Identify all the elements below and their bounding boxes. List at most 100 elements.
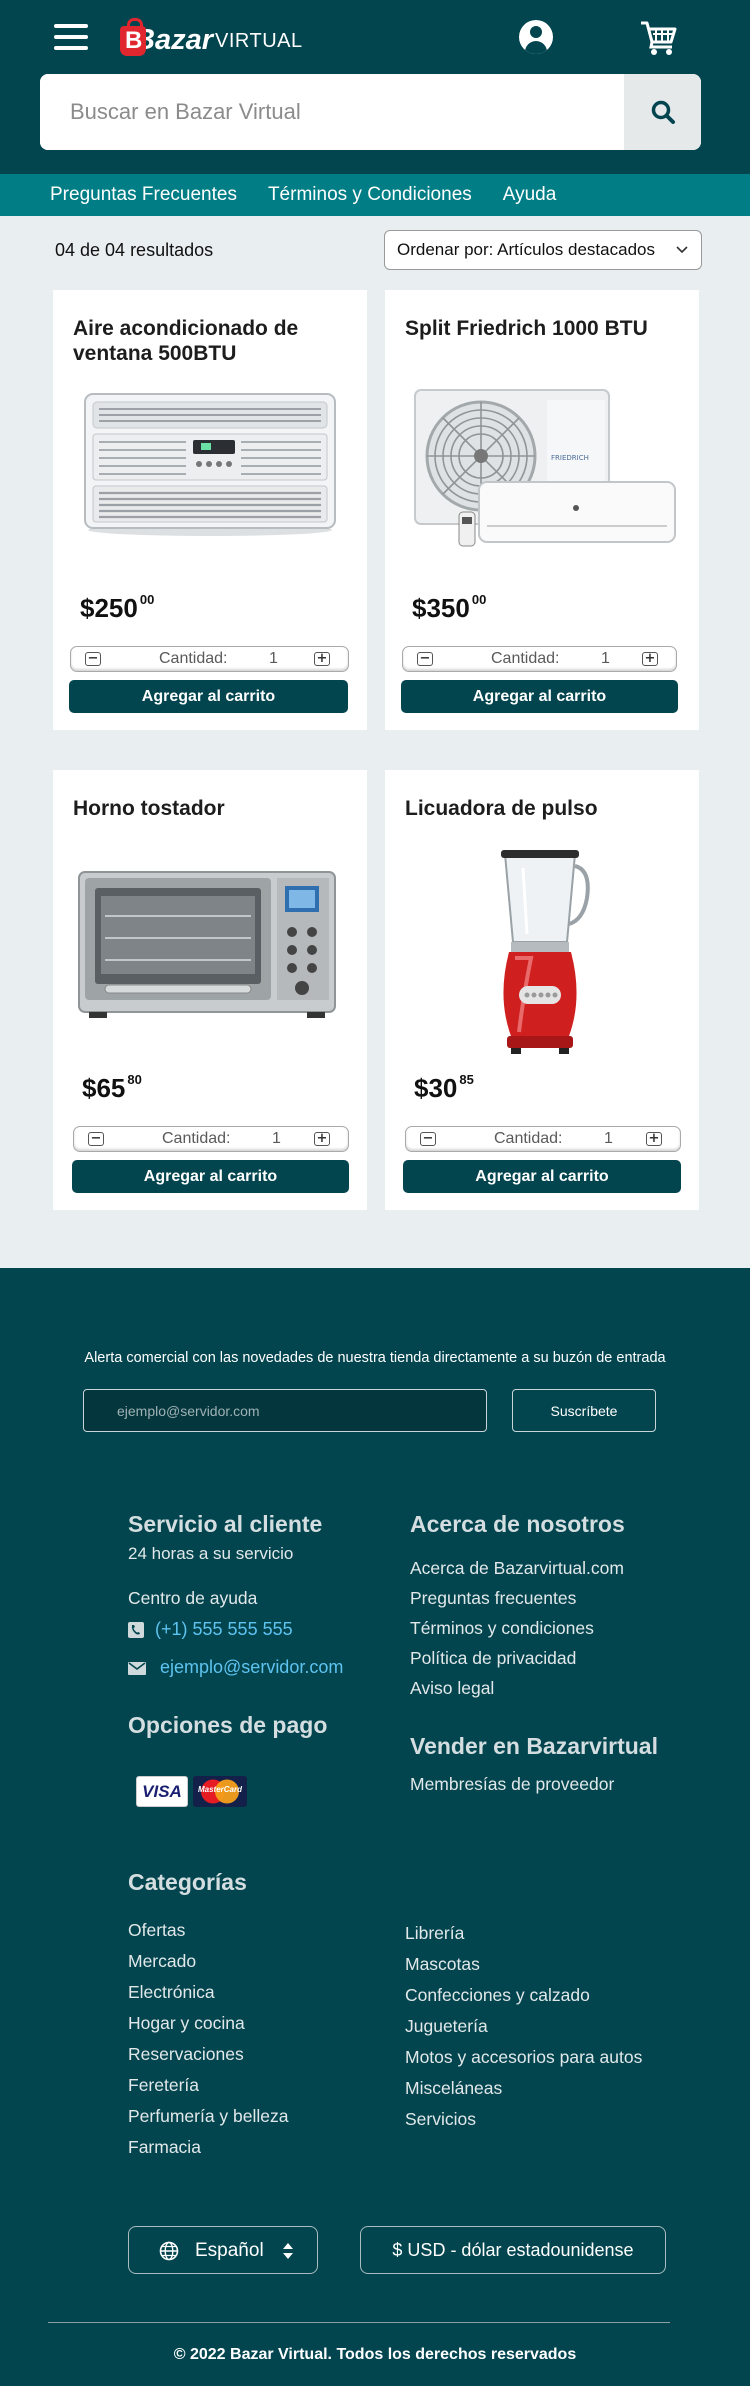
vendor-membership-link[interactable]: Membresías de proveedor bbox=[410, 1774, 614, 1795]
footer-divider bbox=[48, 2322, 670, 2323]
category-link[interactable]: Reservaciones bbox=[128, 2044, 244, 2065]
increase-qty-button[interactable]: + bbox=[314, 1132, 330, 1146]
logo-bag-icon: B bbox=[120, 18, 146, 56]
product-card: Licuadora de pulso $30 85 − Cantidad: 1 +… bbox=[385, 770, 699, 1210]
category-link[interactable]: Ofertas bbox=[128, 1920, 185, 1941]
mail-icon bbox=[128, 1662, 146, 1675]
decrease-qty-button[interactable]: − bbox=[85, 652, 101, 666]
header: B Bazar VIRTUAL bbox=[0, 0, 750, 174]
product-card: Split Friedrich 1000 BTU FRIEDRICH $350 0… bbox=[385, 290, 699, 730]
quantity-label: Cantidad: bbox=[491, 650, 560, 667]
category-link[interactable]: Confecciones y calzado bbox=[405, 1985, 590, 2006]
chevron-down-icon bbox=[676, 246, 688, 254]
currency-selector[interactable]: $ USD - dólar estadounidense bbox=[360, 2226, 666, 2274]
legal-link[interactable]: Aviso legal bbox=[410, 1678, 494, 1699]
brand-label: FRIEDRICH bbox=[551, 454, 589, 462]
updown-icon bbox=[283, 2243, 293, 2259]
decrease-qty-button[interactable]: − bbox=[88, 1132, 104, 1146]
globe-icon bbox=[159, 2241, 179, 2261]
sort-label: Ordenar por: Artículos destacados bbox=[397, 240, 655, 259]
quantity-stepper: − Cantidad: 1 + bbox=[405, 1126, 681, 1152]
nav-faq-link[interactable]: Preguntas Frecuentes bbox=[50, 184, 237, 206]
add-to-cart-button[interactable]: Agregar al carrito bbox=[401, 680, 678, 713]
quantity-value[interactable]: 1 bbox=[272, 1130, 281, 1148]
product-title: Aire acondicionado de ventana 500BTU bbox=[73, 317, 299, 365]
category-link[interactable]: Perfumería y belleza bbox=[128, 2106, 289, 2127]
categories-heading: Categorías bbox=[128, 1869, 247, 1895]
logo-sub: VIRTUAL bbox=[215, 30, 303, 52]
faq-link[interactable]: Preguntas frecuentes bbox=[410, 1588, 576, 1609]
product-title: Licuadora de pulso bbox=[405, 797, 598, 820]
product-card: Horno tostador $65 80 − Cantidad: 1 + Agr… bbox=[53, 770, 367, 1210]
quantity-value[interactable]: 1 bbox=[601, 650, 610, 668]
results-count: 04 de 04 resultados bbox=[55, 240, 214, 260]
category-link[interactable]: Mascotas bbox=[405, 1954, 480, 1975]
add-to-cart-button[interactable]: Agregar al carrito bbox=[69, 680, 348, 713]
cart-icon[interactable] bbox=[640, 20, 678, 56]
sell-heading: Vender en Bazarvirtual bbox=[410, 1733, 658, 1759]
service-hours: 24 horas a su servicio bbox=[128, 1544, 294, 1563]
quantity-label: Cantidad: bbox=[494, 1130, 563, 1147]
increase-qty-button[interactable]: + bbox=[642, 652, 658, 666]
phone-icon bbox=[128, 1622, 144, 1638]
product-image[interactable] bbox=[483, 848, 593, 1058]
email-link[interactable]: ejemplo@servidor.com bbox=[160, 1657, 343, 1678]
product-image[interactable] bbox=[81, 390, 339, 536]
newsletter-text: Alerta comercial con las novedades de nu… bbox=[84, 1350, 666, 1366]
quantity-stepper: − Cantidad: 1 + bbox=[70, 646, 349, 672]
menu-icon[interactable] bbox=[54, 24, 88, 50]
product-price: $350 00 bbox=[412, 592, 487, 623]
category-link[interactable]: Feretería bbox=[128, 2075, 199, 2096]
nav-help-link[interactable]: Ayuda bbox=[503, 184, 557, 206]
phone-link[interactable]: (+1) 555 555 555 bbox=[155, 1619, 293, 1640]
search-input[interactable] bbox=[40, 74, 624, 150]
terms-link[interactable]: Términos y condiciones bbox=[410, 1618, 594, 1639]
sort-select[interactable]: Ordenar por: Artículos destacados bbox=[384, 230, 702, 270]
footer: Alerta comercial con las novedades de nu… bbox=[0, 1268, 750, 2386]
about-heading: Acerca de nosotros bbox=[410, 1511, 625, 1537]
quantity-label: Cantidad: bbox=[159, 650, 228, 667]
increase-qty-button[interactable]: + bbox=[314, 652, 330, 666]
user-icon[interactable] bbox=[519, 20, 553, 54]
search-button[interactable] bbox=[624, 74, 701, 150]
product-price: $250 00 bbox=[80, 592, 155, 623]
secondary-nav: Preguntas Frecuentes Términos y Condicio… bbox=[0, 174, 750, 216]
category-link[interactable]: Servicios bbox=[405, 2109, 476, 2130]
category-link[interactable]: Farmacia bbox=[128, 2137, 201, 2158]
product-image[interactable]: FRIEDRICH bbox=[411, 386, 681, 550]
product-price: $30 85 bbox=[414, 1072, 474, 1103]
product-title: Horno tostador bbox=[73, 797, 225, 820]
quantity-value[interactable]: 1 bbox=[604, 1130, 613, 1148]
mastercard-logo: MasterCard bbox=[193, 1776, 247, 1807]
product-image[interactable] bbox=[75, 868, 339, 1022]
category-link[interactable]: Motos y accesorios para autos bbox=[405, 2047, 642, 2068]
category-link[interactable]: Mercado bbox=[128, 1951, 196, 1972]
decrease-qty-button[interactable]: − bbox=[417, 652, 433, 666]
newsletter-email-field[interactable] bbox=[83, 1389, 487, 1432]
quantity-stepper: − Cantidad: 1 + bbox=[73, 1126, 349, 1152]
category-link[interactable]: Juguetería bbox=[405, 2016, 488, 2037]
quantity-value[interactable]: 1 bbox=[269, 650, 278, 668]
subscribe-button[interactable]: Suscríbete bbox=[512, 1389, 656, 1432]
decrease-qty-button[interactable]: − bbox=[420, 1132, 436, 1146]
add-to-cart-button[interactable]: Agregar al carrito bbox=[72, 1160, 349, 1193]
language-selector[interactable]: Español bbox=[128, 2226, 318, 2274]
copyright: © 2022 Bazar Virtual. Todos los derechos… bbox=[173, 2346, 577, 2363]
category-link[interactable]: Misceláneas bbox=[405, 2078, 502, 2099]
language-label: Español bbox=[195, 2240, 264, 2261]
nav-terms-link[interactable]: Términos y Condiciones bbox=[268, 184, 472, 206]
payment-heading: Opciones de pago bbox=[128, 1712, 328, 1738]
help-center-link[interactable]: Centro de ayuda bbox=[128, 1588, 257, 1609]
visa-logo: VISA bbox=[136, 1776, 188, 1807]
logo[interactable]: B Bazar VIRTUAL bbox=[120, 16, 303, 56]
category-link[interactable]: Electrónica bbox=[128, 1982, 215, 2003]
about-link[interactable]: Acerca de Bazarvirtual.com bbox=[410, 1558, 624, 1579]
category-link[interactable]: Hogar y cocina bbox=[128, 2013, 245, 2034]
search-icon bbox=[651, 100, 675, 124]
privacy-link[interactable]: Política de privacidad bbox=[410, 1648, 576, 1669]
product-title: Split Friedrich 1000 BTU bbox=[405, 317, 648, 340]
service-heading: Servicio al cliente bbox=[128, 1511, 323, 1537]
category-link[interactable]: Librería bbox=[405, 1923, 464, 1944]
increase-qty-button[interactable]: + bbox=[646, 1132, 662, 1146]
add-to-cart-button[interactable]: Agregar al carrito bbox=[403, 1160, 681, 1193]
